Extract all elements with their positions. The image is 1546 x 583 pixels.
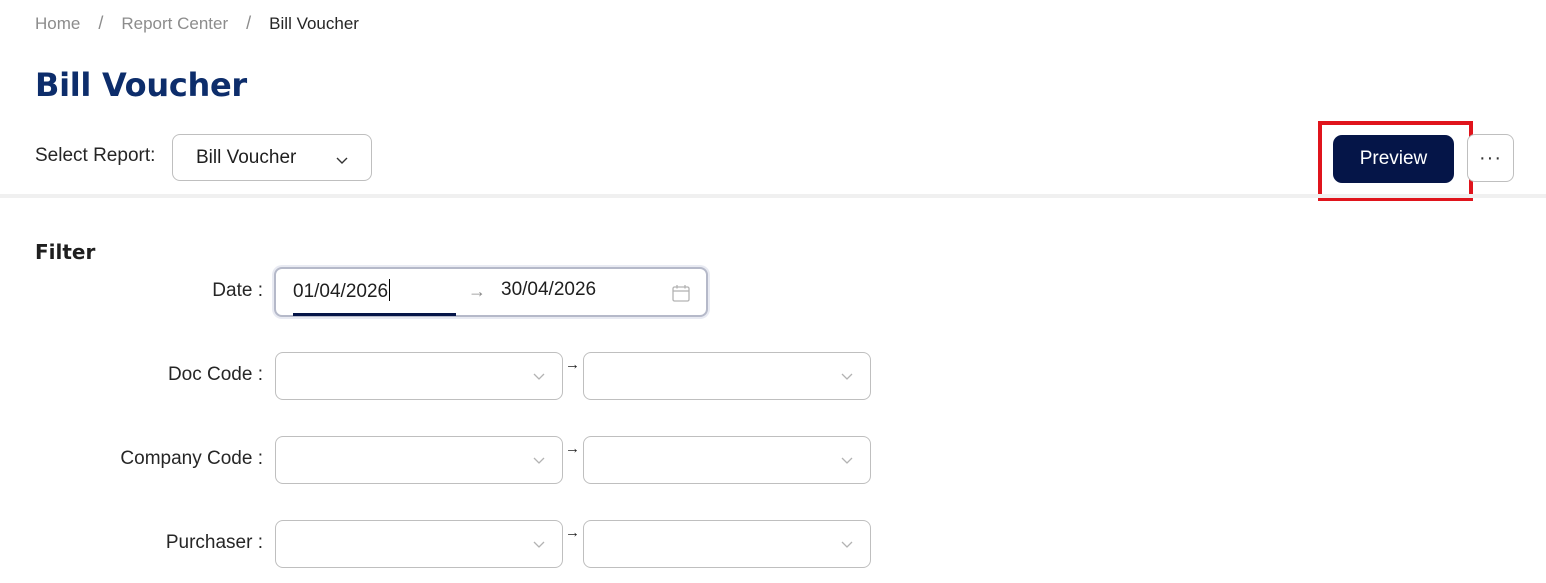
more-options-button[interactable]: ··· [1467, 134, 1514, 182]
preview-button[interactable]: Preview [1333, 135, 1454, 183]
company-code-to-select[interactable] [583, 436, 871, 484]
page-title: Bill Voucher [35, 66, 247, 104]
date-label: Date : [212, 280, 263, 301]
filter-title: Filter [35, 240, 96, 264]
doc-code-from-select[interactable] [275, 352, 563, 400]
doc-code-to-select[interactable] [583, 352, 871, 400]
chevron-down-icon [840, 369, 854, 388]
date-end-input[interactable]: 30/04/2026 [501, 279, 596, 301]
chevron-down-icon [532, 453, 546, 472]
chevron-down-icon [532, 537, 546, 556]
calendar-icon[interactable] [671, 283, 691, 308]
active-input-underline [293, 313, 456, 316]
company-code-label: Company Code : [120, 448, 263, 469]
breadcrumb-home[interactable]: Home [35, 14, 80, 34]
chevron-down-icon [840, 453, 854, 472]
date-start-input[interactable]: 01/04/2026 [293, 279, 391, 303]
breadcrumb-separator: / [246, 13, 252, 33]
purchaser-label: Purchaser : [165, 532, 263, 553]
select-report-label: Select Report: [35, 145, 156, 166]
breadcrumb-current: Bill Voucher [269, 13, 359, 33]
more-icon: ··· [1479, 146, 1502, 169]
date-range-arrow: → [468, 281, 486, 301]
range-arrow: → [565, 524, 580, 541]
report-select[interactable]: Bill Voucher [172, 134, 372, 181]
breadcrumb-separator: / [98, 13, 104, 33]
date-range-picker[interactable]: 01/04/2026 → 30/04/2026 [274, 267, 708, 317]
chevron-down-icon [840, 537, 854, 556]
chevron-down-icon [532, 369, 546, 388]
company-code-from-select[interactable] [275, 436, 563, 484]
range-arrow: → [565, 356, 580, 373]
purchaser-from-select[interactable] [275, 520, 563, 568]
range-arrow: → [565, 440, 580, 457]
report-select-value: Bill Voucher [196, 146, 297, 168]
purchaser-to-select[interactable] [583, 520, 871, 568]
breadcrumb: Home / Report Center / Bill Voucher [35, 13, 359, 34]
breadcrumb-report-center[interactable]: Report Center [121, 14, 228, 34]
doc-code-label: Doc Code : [167, 364, 263, 385]
chevron-down-icon [335, 151, 349, 173]
divider [0, 194, 1546, 198]
